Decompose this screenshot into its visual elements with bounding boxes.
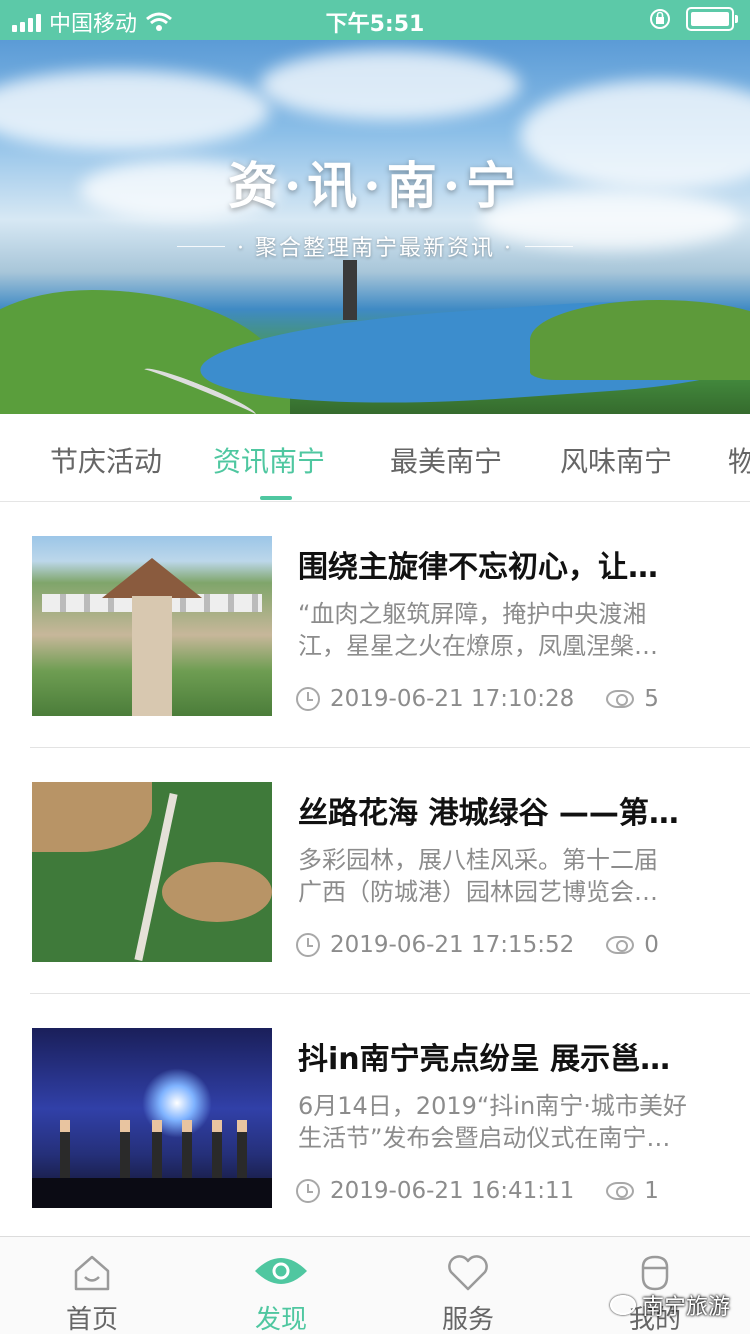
eye-icon [606, 1182, 635, 1200]
tab-nanning-news[interactable]: 资讯南宁 [213, 440, 325, 480]
tab-beautiful-nanning[interactable]: 最美南宁 [390, 440, 502, 480]
hero-banner: 资·讯·南·宁 · 聚合整理南宁最新资讯 · [0, 40, 750, 414]
status-time: 下午5:51 [325, 12, 425, 37]
article-title[interactable]: 丝路花海 港城绿谷 ——第… [298, 788, 718, 832]
article-summary-line: “血肉之躯筑屏障，掩护中央渡湘 [298, 600, 647, 628]
article-item[interactable]: 抖in南宁亮点纷呈 展示邕… 6月14日，2019“抖in南宁·城市美好 生活节… [30, 994, 750, 1240]
rotation-lock-icon [650, 9, 670, 29]
article-date: 2019-06-21 17:15:52 [330, 932, 575, 958]
article-summary: 多彩园林，展八桂风采。第十二届 广西（防城港）园林园艺博览会… [298, 844, 698, 908]
article-summary-line: 多彩园林，展八桂风采。第十二届 [298, 846, 658, 874]
home-icon [74, 1255, 110, 1291]
article-summary-line: 6月14日，2019“抖in南宁·城市美好 [298, 1092, 687, 1120]
user-icon [641, 1255, 669, 1291]
status-right [648, 7, 738, 31]
article-title[interactable]: 围绕主旋律不忘初心，让… [298, 542, 718, 586]
article-item[interactable]: 围绕主旋律不忘初心，让… “血肉之躯筑屏障，掩护中央渡湘 江，星星之火在燎原，凤… [30, 502, 750, 748]
article-summary-line: 生活节”发布会暨启动仪式在南宁… [298, 1124, 671, 1152]
article-item[interactable]: 丝路花海 港城绿谷 ——第… 多彩园林，展八桂风采。第十二届 广西（防城港）园林… [30, 748, 750, 994]
wechat-icon [609, 1295, 636, 1315]
nav-label: 发现 [254, 1305, 307, 1334]
banner-subtitle-row: · 聚合整理南宁最新资讯 · [0, 230, 750, 262]
article-thumbnail[interactable] [32, 536, 272, 716]
tab-nanning-flavor[interactable]: 风味南宁 [560, 440, 672, 480]
watermark-label: 南宁旅游 [641, 1295, 730, 1320]
article-views: 5 [644, 686, 659, 712]
article-thumbnail[interactable] [32, 1028, 272, 1208]
eye-icon [606, 690, 635, 708]
active-tab-indicator [260, 496, 292, 500]
battery-icon [686, 7, 738, 31]
nav-discover[interactable]: 发现 [221, 1237, 341, 1334]
nav-label: 首页 [65, 1305, 118, 1334]
tab-festival-events[interactable]: 节庆活动 [50, 440, 162, 480]
article-views: 0 [644, 932, 659, 958]
article-meta: 2019-06-21 16:41:11 1 [296, 1178, 659, 1204]
clock-icon [296, 1179, 320, 1203]
article-date: 2019-06-21 16:41:11 [330, 1178, 575, 1204]
tab-more-partial[interactable]: 物 [728, 440, 750, 480]
article-summary-line: 广西（防城港）园林园艺博览会… [298, 878, 658, 906]
article-summary-line: 江，星星之火在燎原，凤凰涅槃… [298, 632, 658, 660]
pagoda-image [343, 260, 357, 320]
eye-icon [255, 1258, 307, 1284]
eye-icon [606, 936, 635, 954]
article-summary: “血肉之躯筑屏障，掩护中央渡湘 江，星星之火在燎原，凤凰涅槃… [298, 598, 698, 662]
banner-subtitle: · 聚合整理南宁最新资讯 · [237, 236, 513, 261]
banner-title: 资·讯·南·宁 [227, 156, 523, 215]
nav-services[interactable]: 服务 [408, 1237, 528, 1334]
category-tabs: 节庆活动 资讯南宁 最美南宁 风味南宁 物 [0, 414, 750, 502]
status-bar: 中国移动 下午5:51 [0, 0, 750, 40]
article-title[interactable]: 抖in南宁亮点纷呈 展示邕… [298, 1034, 718, 1078]
clock-icon [296, 933, 320, 957]
nav-label: 服务 [441, 1305, 494, 1334]
article-summary: 6月14日，2019“抖in南宁·城市美好 生活节”发布会暨启动仪式在南宁… [298, 1090, 698, 1154]
article-views: 1 [644, 1178, 659, 1204]
article-date: 2019-06-21 17:10:28 [330, 686, 575, 712]
heart-icon [448, 1255, 488, 1291]
article-thumbnail[interactable] [32, 782, 272, 962]
article-meta: 2019-06-21 17:10:28 5 [296, 686, 659, 712]
clock-icon [296, 687, 320, 711]
nav-home[interactable]: 首页 [32, 1237, 152, 1334]
article-meta: 2019-06-21 17:15:52 0 [296, 932, 659, 958]
watermark: 南宁旅游 [609, 1289, 730, 1321]
